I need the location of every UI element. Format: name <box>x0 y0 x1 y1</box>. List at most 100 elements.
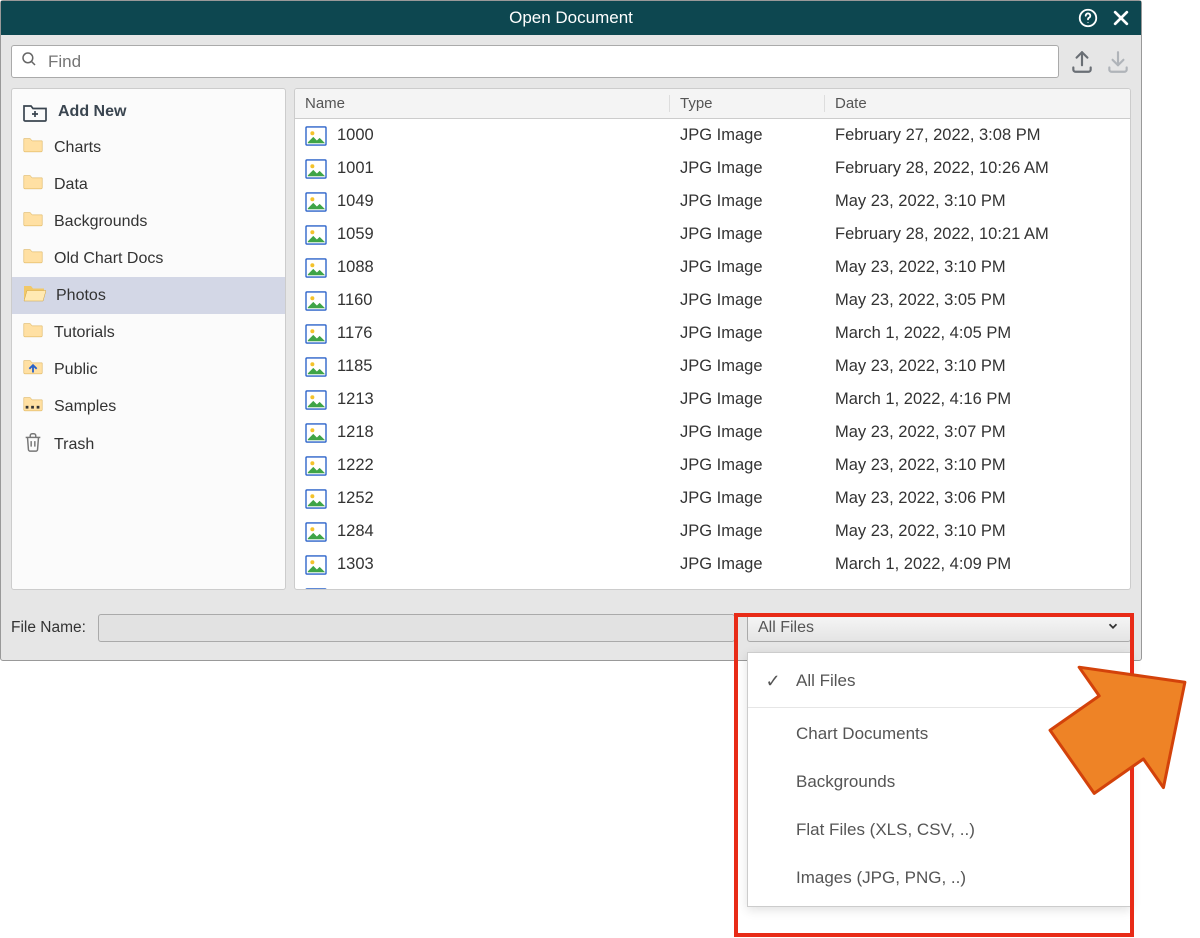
search-icon <box>20 50 38 73</box>
file-row[interactable]: 1088JPG ImageMay 23, 2022, 3:10 PM <box>295 251 1130 284</box>
search-box[interactable] <box>11 45 1059 78</box>
image-file-icon <box>305 522 327 542</box>
add-new-label: Add New <box>58 103 126 121</box>
file-row[interactable]: 1222 JPG ImageMay 23, 2022, 3:10 PM <box>295 449 1130 482</box>
filetype-option-label: Chart Documents <box>796 724 928 744</box>
dialog-title: Open Document <box>509 8 633 28</box>
filetype-option[interactable]: ✓All Files <box>748 657 1130 705</box>
sidebar-item-samples[interactable]: Samples <box>12 388 285 425</box>
sidebar-item-charts[interactable]: Charts <box>12 129 285 166</box>
file-type: JPG Image <box>670 489 825 508</box>
file-row[interactable]: 1049JPG ImageMay 23, 2022, 3:10 PM <box>295 185 1130 218</box>
sidebar-item-label: Samples <box>54 398 116 416</box>
sidebar-item-label: Data <box>54 176 88 194</box>
col-header-type[interactable]: Type <box>670 95 825 112</box>
open-document-dialog: Open Document <box>0 0 1142 661</box>
file-list-scroll[interactable]: 1000JPG ImageFebruary 27, 2022, 3:08 PM1… <box>295 119 1130 589</box>
download-icon[interactable] <box>1105 49 1131 75</box>
file-row[interactable]: 1160 JPG ImageMay 23, 2022, 3:05 PM <box>295 284 1130 317</box>
titlebar: Open Document <box>1 1 1141 35</box>
file-name: 1059 <box>337 225 374 244</box>
file-row[interactable]: 1303JPG ImageMarch 1, 2022, 4:09 PM <box>295 548 1130 581</box>
file-type: JPG Image <box>670 357 825 376</box>
file-row[interactable]: 1284JPG ImageMay 23, 2022, 3:10 PM <box>295 515 1130 548</box>
filetype-option-label: Backgrounds <box>796 772 895 792</box>
sidebar-item-photos[interactable]: Photos <box>12 277 285 314</box>
footer: File Name: All Files ✓All FilesChart Doc… <box>1 600 1141 660</box>
file-date: March 1, 2022, 4:09 PM <box>825 555 1130 574</box>
image-file-icon <box>305 159 327 179</box>
file-type: JPG Image <box>670 456 825 475</box>
folder-icon <box>22 246 44 271</box>
image-file-icon <box>305 489 327 509</box>
file-name: 1160 <box>337 291 372 310</box>
sidebar-item-label: Backgrounds <box>54 213 147 231</box>
image-file-icon <box>305 126 327 146</box>
search-input[interactable] <box>46 51 1050 73</box>
file-date: May 23, 2022, 3:06 PM <box>825 489 1130 508</box>
help-icon[interactable] <box>1077 7 1099 29</box>
sidebar-item-tutorials[interactable]: Tutorials <box>12 314 285 351</box>
filename-input[interactable] <box>98 614 735 642</box>
filetype-option[interactable]: Images (JPG, PNG, ..) <box>748 854 1130 902</box>
file-type: JPG Image <box>670 291 825 310</box>
add-new-button[interactable]: Add New <box>12 95 285 129</box>
file-row[interactable]: 1218JPG ImageMay 23, 2022, 3:07 PM <box>295 416 1130 449</box>
file-row[interactable]: 1252JPG ImageMay 23, 2022, 3:06 PM <box>295 482 1130 515</box>
sidebar: Add New Charts Data Backgrounds Old Chart D… <box>11 88 286 590</box>
folder-icon <box>22 357 44 382</box>
file-name: 1222 <box>337 456 374 475</box>
file-name: 1213 <box>337 390 374 409</box>
file-row[interactable]: 1176JPG ImageMarch 1, 2022, 4:05 PM <box>295 317 1130 350</box>
sidebar-item-label: Public <box>54 361 98 379</box>
image-file-icon <box>305 555 327 575</box>
file-list: Name Type Date 1000JPG ImageFebruary 27,… <box>294 88 1131 590</box>
chevron-down-icon <box>1106 619 1120 638</box>
image-file-icon <box>305 423 327 443</box>
sidebar-item-public[interactable]: Public <box>12 351 285 388</box>
file-row[interactable]: 1001JPG ImageFebruary 28, 2022, 10:26 AM <box>295 152 1130 185</box>
folder-icon <box>22 209 44 234</box>
col-header-date[interactable]: Date <box>825 95 1130 112</box>
image-file-icon <box>305 324 327 344</box>
file-date: May 23, 2022, 3:10 PM <box>825 456 1130 475</box>
folder-icon <box>22 283 46 308</box>
filetype-select-button[interactable]: All Files <box>747 614 1131 642</box>
file-date: February 27, 2022, 3:08 PM <box>825 126 1130 145</box>
close-icon[interactable] <box>1111 8 1131 28</box>
filetype-option[interactable]: Flat Files (XLS, CSV, ..) <box>748 806 1130 854</box>
file-row[interactable]: 1059 JPG ImageFebruary 28, 2022, 10:21 AM <box>295 218 1130 251</box>
file-type: JPG Image <box>670 423 825 442</box>
file-row[interactable]: 1000JPG ImageFebruary 27, 2022, 3:08 PM <box>295 119 1130 152</box>
file-type: JPG Image <box>670 159 825 178</box>
file-date: May 23, 2022, 3:10 PM <box>825 192 1130 211</box>
file-type: JPG Image <box>670 390 825 409</box>
file-row[interactable]: 1304JPG ImageMay 23, 2022, 3:06 PM <box>295 581 1130 589</box>
file-date: February 28, 2022, 10:21 AM <box>825 225 1130 244</box>
filetype-option[interactable]: Chart Documents <box>748 710 1130 758</box>
filetype-select[interactable]: All Files ✓All FilesChart DocumentsBackg… <box>747 614 1131 642</box>
file-date: May 23, 2022, 3:06 PM <box>825 588 1130 589</box>
file-name: 1304 <box>337 588 374 589</box>
sidebar-item-trash[interactable]: Trash <box>12 425 285 464</box>
sidebar-item-old-chart-docs[interactable]: Old Chart Docs <box>12 240 285 277</box>
sidebar-item-data[interactable]: Data <box>12 166 285 203</box>
file-date: May 23, 2022, 3:05 PM <box>825 291 1130 310</box>
file-name: 1088 <box>337 258 374 277</box>
file-type: JPG Image <box>670 225 825 244</box>
sidebar-item-label: Trash <box>54 436 94 454</box>
file-name: 1218 <box>337 423 374 442</box>
col-header-name[interactable]: Name <box>295 95 670 112</box>
file-name: 1049 <box>337 192 374 211</box>
file-name: 1185 <box>337 357 372 376</box>
image-file-icon <box>305 390 327 410</box>
filetype-option[interactable]: Backgrounds <box>748 758 1130 806</box>
filetype-option-label: All Files <box>796 671 856 691</box>
sidebar-item-label: Photos <box>56 287 106 305</box>
image-file-icon <box>305 225 327 245</box>
file-type: JPG Image <box>670 324 825 343</box>
file-row[interactable]: 1185JPG ImageMay 23, 2022, 3:10 PM <box>295 350 1130 383</box>
upload-icon[interactable] <box>1069 49 1095 75</box>
file-row[interactable]: 1213JPG ImageMarch 1, 2022, 4:16 PM <box>295 383 1130 416</box>
sidebar-item-backgrounds[interactable]: Backgrounds <box>12 203 285 240</box>
